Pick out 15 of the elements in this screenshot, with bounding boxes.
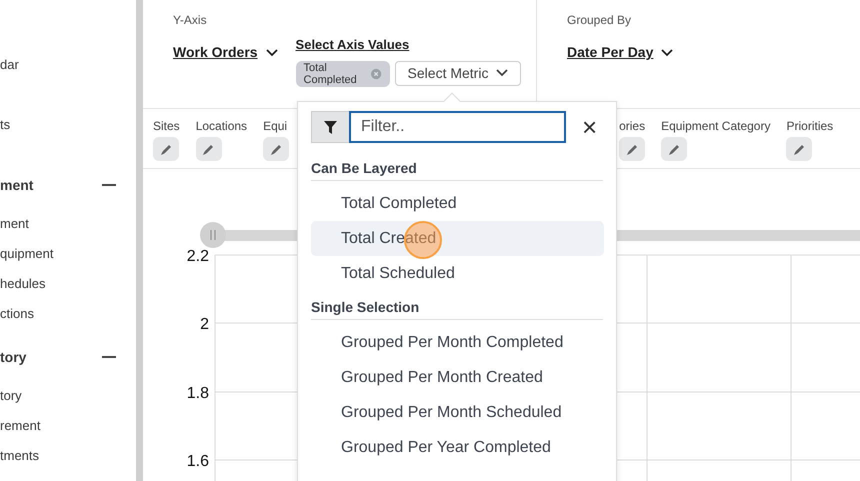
group-heading: Can Be Layered <box>311 156 603 181</box>
group-heading: Single Selection <box>311 295 603 320</box>
metric-chip: Total Completed <box>296 60 390 86</box>
axis-label: 2 <box>200 316 209 333</box>
filter-label: Locations <box>196 118 248 135</box>
field-caption: Grouped By <box>567 12 632 27</box>
axis-label: 1.8 <box>186 385 209 402</box>
field-caption: Y-Axis <box>173 12 208 27</box>
filter-label: ories <box>619 118 646 135</box>
axis-label: 1.6 <box>186 453 209 470</box>
filter-label: Equipment Category <box>661 118 770 135</box>
axis-label: 2.2 <box>186 248 209 265</box>
filter-label: Equi <box>263 118 288 135</box>
filter-label: Sites <box>153 118 180 135</box>
filter-label: Priorities <box>786 118 834 135</box>
